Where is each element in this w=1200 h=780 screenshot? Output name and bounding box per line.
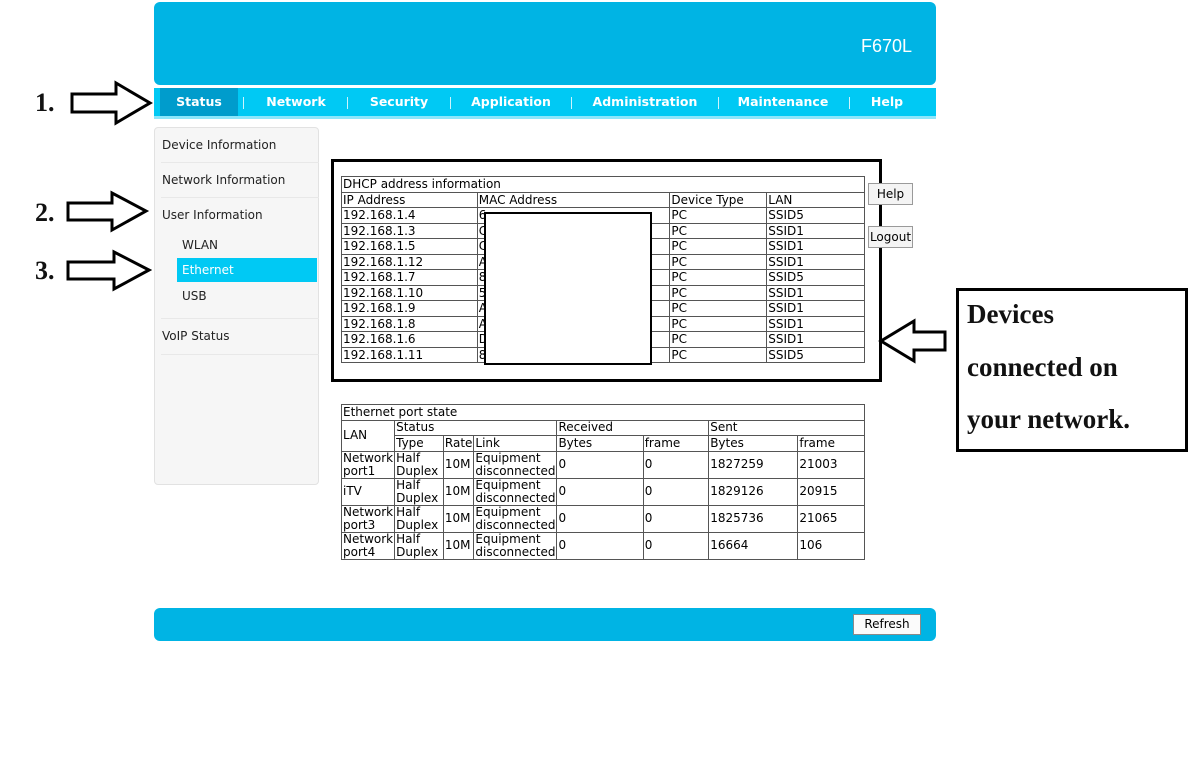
eth-header-rx-frame: frame (642, 435, 710, 452)
eth-tx-frame: 21065 (797, 504, 865, 533)
eth-rate: 10M (442, 531, 475, 560)
eth-header-lan: LAN (340, 419, 396, 452)
eth-type: Half Duplex (394, 477, 444, 506)
annotation-callout: Devices connected on your network. (956, 288, 1188, 452)
nav-security[interactable]: Security (359, 88, 439, 116)
annotation-arrow-right-icon (66, 190, 150, 233)
sidebar-wlan[interactable]: WLAN (182, 238, 218, 252)
eth-tx-frame: 21003 (797, 450, 865, 479)
nav-status[interactable]: Status (160, 88, 238, 116)
nav-separator (450, 97, 451, 109)
eth-tx-frame: 106 (797, 531, 865, 560)
eth-header-tx-frame: frame (797, 435, 865, 452)
sidebar: Device Information Network Information U… (154, 127, 319, 485)
sidebar-voip-status[interactable]: VoIP Status (162, 329, 229, 343)
nav-help[interactable]: Help (860, 88, 914, 116)
nav-separator (571, 97, 572, 109)
eth-rx-bytes: 0 (556, 477, 644, 506)
sidebar-device-information[interactable]: Device Information (162, 138, 276, 152)
eth-lan: Network port4 (340, 531, 396, 560)
eth-rx-frame: 0 (642, 477, 710, 506)
nav-network[interactable]: Network (256, 88, 336, 116)
callout-line-3: your network. (967, 404, 1131, 434)
logout-button[interactable]: Logout (868, 226, 913, 248)
callout-line-2: connected on (967, 352, 1118, 382)
eth-tx-bytes: 16664 (708, 531, 799, 560)
eth-header-status: Status (394, 419, 558, 436)
sidebar-divider (161, 197, 319, 198)
main-nav: Status Network Security Application Admi… (154, 88, 936, 119)
sidebar-divider (161, 162, 319, 163)
annotation-arrow-left-icon (878, 318, 947, 364)
eth-header-type: Type (394, 435, 444, 452)
annotation-arrow-right-icon (66, 249, 152, 292)
eth-tx-frame: 20915 (797, 477, 865, 506)
ethernet-table-title: Ethernet port state (341, 404, 865, 421)
eth-rx-frame: 0 (642, 450, 710, 479)
annotation-step-2: 2. (35, 198, 55, 227)
eth-link: Equipment disconnected (473, 504, 558, 533)
nav-separator (347, 97, 348, 109)
nav-maintenance[interactable]: Maintenance (728, 88, 838, 116)
help-button[interactable]: Help (868, 183, 913, 205)
sidebar-network-information[interactable]: Network Information (162, 173, 285, 187)
eth-rx-bytes: 0 (556, 450, 644, 479)
table-row: Network port1 Half Duplex 10M Equipment … (340, 450, 865, 479)
eth-header-sent: Sent (708, 419, 865, 436)
eth-type: Half Duplex (394, 504, 444, 533)
sidebar-ethernet[interactable]: Ethernet (177, 258, 317, 282)
eth-header-rate: Rate (442, 435, 475, 452)
eth-link: Equipment disconnected (473, 477, 558, 506)
sidebar-divider (161, 354, 319, 355)
eth-rx-bytes: 0 (556, 531, 644, 560)
annotation-step-1: 1. (35, 88, 55, 117)
eth-lan: Network port3 (340, 504, 396, 533)
eth-type: Half Duplex (394, 531, 444, 560)
nav-administration[interactable]: Administration (582, 88, 708, 116)
callout-line-1: Devices (967, 299, 1054, 329)
header-banner: F670L (154, 2, 936, 85)
nav-separator (718, 97, 719, 109)
eth-rate: 10M (442, 477, 475, 506)
annotation-step-3: 3. (35, 256, 55, 285)
table-row: Network port4 Half Duplex 10M Equipment … (340, 531, 865, 560)
eth-lan: iTV (340, 477, 396, 506)
eth-tx-bytes: 1825736 (708, 504, 799, 533)
footer-bar (154, 608, 936, 641)
nav-application[interactable]: Application (459, 88, 563, 116)
ethernet-port-table: Ethernet port state LAN Status Received … (340, 404, 865, 560)
eth-link: Equipment disconnected (473, 531, 558, 560)
annotation-arrow-right-icon (70, 80, 153, 126)
eth-tx-bytes: 1829126 (708, 477, 799, 506)
eth-lan: Network port1 (340, 450, 396, 479)
redaction-box (484, 212, 652, 365)
refresh-button[interactable]: Refresh (853, 614, 921, 635)
eth-header-received: Received (556, 419, 710, 436)
table-row: Network port3 Half Duplex 10M Equipment … (340, 504, 865, 533)
eth-rx-frame: 0 (642, 531, 710, 560)
eth-header-tx-bytes: Bytes (708, 435, 799, 452)
sidebar-user-information[interactable]: User Information (162, 208, 263, 222)
eth-header-link: Link (473, 435, 558, 452)
eth-rate: 10M (442, 504, 475, 533)
eth-type: Half Duplex (394, 450, 444, 479)
table-row: iTV Half Duplex 10M Equipment disconnect… (340, 477, 865, 506)
eth-link: Equipment disconnected (473, 450, 558, 479)
sidebar-usb[interactable]: USB (182, 289, 207, 303)
nav-separator (243, 97, 244, 109)
eth-tx-bytes: 1827259 (708, 450, 799, 479)
nav-separator (849, 97, 850, 109)
device-model: F670L (860, 36, 912, 56)
eth-rx-frame: 0 (642, 504, 710, 533)
eth-header-rx-bytes: Bytes (556, 435, 644, 452)
eth-rate: 10M (442, 450, 475, 479)
sidebar-divider (161, 318, 319, 319)
eth-rx-bytes: 0 (556, 504, 644, 533)
